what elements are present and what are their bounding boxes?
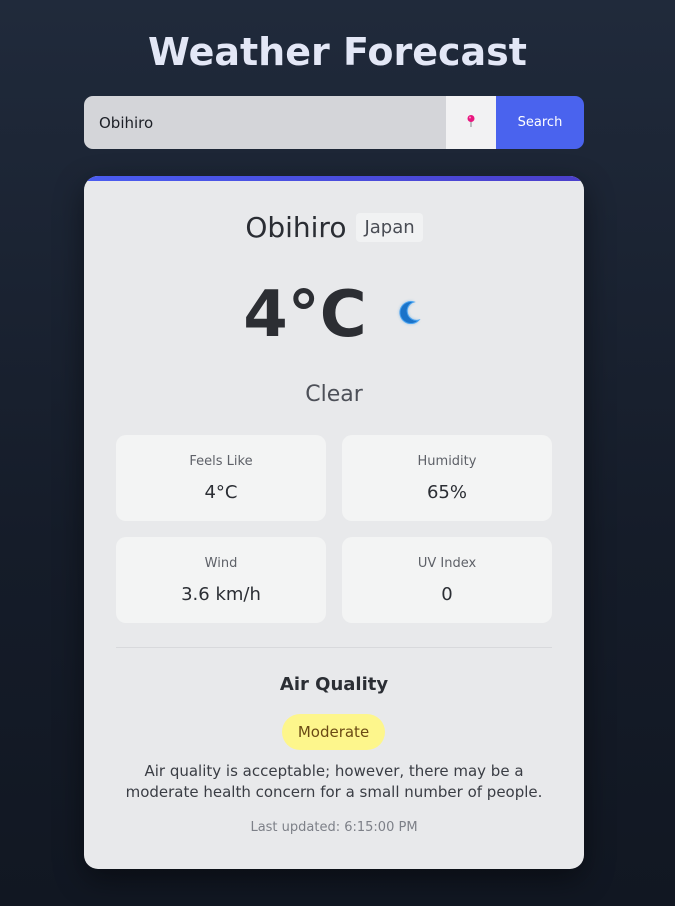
pin-icon	[466, 114, 476, 131]
stat-value: 4°C	[204, 482, 238, 503]
last-updated: Last updated: 6:15:00 PM	[250, 820, 418, 835]
card-accent-bar	[84, 176, 584, 181]
feels-like-card: Feels Like 4°C	[116, 435, 326, 521]
weather-card: Obihiro Japan 4°C Clear Feels Like 4°C H…	[84, 176, 584, 869]
temperature-row: 4°C	[84, 278, 584, 352]
stat-label: UV Index	[417, 556, 477, 571]
search-button[interactable]: Search	[496, 96, 584, 149]
divider	[116, 647, 552, 648]
moon-icon	[395, 298, 425, 332]
air-quality-description: Air quality is acceptable; however, ther…	[125, 762, 543, 801]
current-temperature: 4°C	[243, 278, 367, 352]
uv-index-card: UV Index 0	[342, 537, 552, 623]
search-bar: Search	[84, 96, 584, 149]
weather-condition: Clear	[305, 382, 363, 407]
air-quality-title: Air Quality	[279, 674, 389, 695]
wind-card: Wind 3.6 km/h	[116, 537, 326, 623]
city-search-input[interactable]	[84, 96, 446, 149]
country-badge: Japan	[356, 213, 423, 242]
stat-value: 0	[441, 584, 453, 605]
city-name: Obihiro	[245, 211, 347, 244]
stat-label: Humidity	[417, 454, 477, 469]
stat-label: Feels Like	[189, 454, 253, 469]
air-quality-badge: Moderate	[282, 714, 385, 750]
stat-value: 65%	[426, 482, 467, 503]
stat-value: 3.6 km/h	[181, 584, 261, 605]
humidity-card: Humidity 65%	[342, 435, 552, 521]
use-location-button[interactable]	[446, 96, 496, 149]
location-row: Obihiro Japan	[84, 211, 584, 244]
stat-label: Wind	[204, 556, 238, 571]
app-title: Weather Forecast	[148, 30, 527, 74]
